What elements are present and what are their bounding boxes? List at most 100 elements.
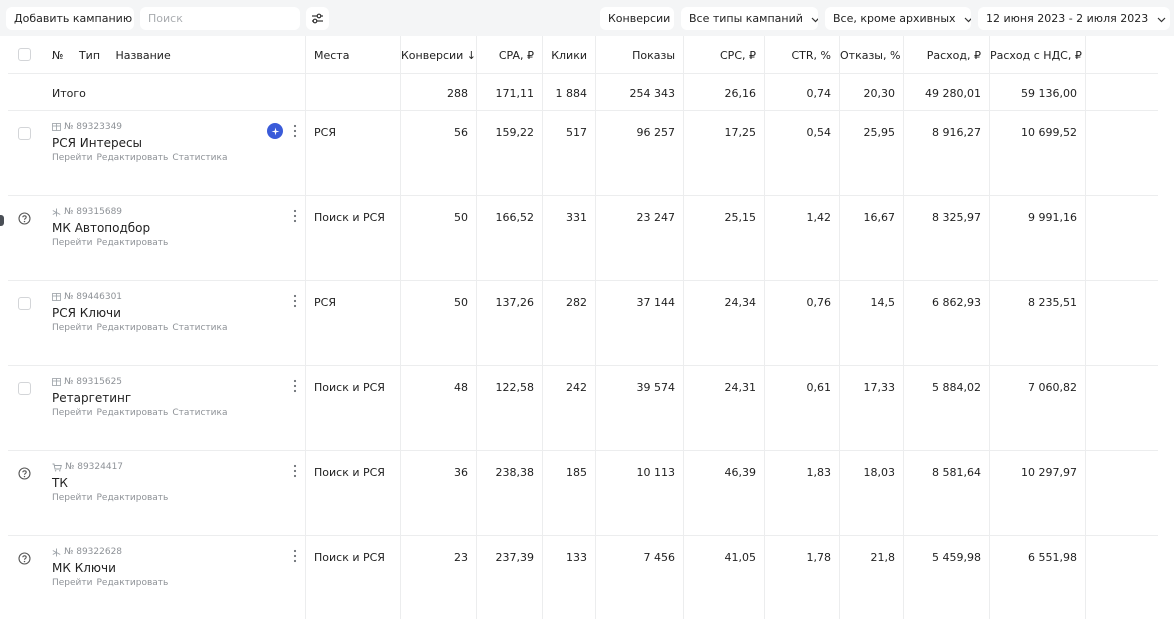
campaign-id: № 89322628 [52,547,172,557]
header-clicks[interactable]: Клики [543,36,596,73]
cell-cpc: 41,05 [684,536,765,619]
cell-places: Поиск и РСЯ [306,536,401,619]
link-stats[interactable]: Статистика [172,323,227,333]
search-input[interactable]: Поиск [140,7,300,30]
help-icon[interactable] [18,552,31,565]
row-checkbox[interactable] [18,127,31,140]
table-row[interactable]: № 89324417 ТК Перейти Редактировать Поиск… [8,451,1158,536]
totals-cost-vat: 59 136,00 [990,74,1086,110]
cell-places: РСЯ [306,111,401,195]
cell-empty [1086,451,1158,535]
campaign-types-label: Все типы кампаний [689,12,803,25]
cell-cpa: 237,39 [477,536,543,619]
campaign-info: № 89324417 ТК Перейти Редактировать [52,462,172,503]
cell-bounces: 16,67 [840,196,904,280]
header-bounces[interactable]: Отказы, % [840,36,904,73]
header-shows[interactable]: Показы [596,36,684,73]
link-edit[interactable]: Редактировать [97,493,169,503]
link-go[interactable]: Перейти [52,578,93,588]
cell-cost: 8 325,97 [904,196,990,280]
table-row[interactable]: № 89315689 МК Автоподбор Перейти Редактир… [8,196,1158,281]
more-icon[interactable] [293,379,297,393]
header-conversions[interactable]: Конверсии ↓ [401,36,477,73]
row-select-cell [8,281,44,365]
link-edit[interactable]: Редактировать [97,578,169,588]
network-grid-icon [52,123,61,131]
more-icon[interactable] [293,294,297,308]
header-num[interactable]: № [52,49,63,62]
table-row[interactable]: № 89446301 РСЯ Ключи Перейти Редактироват… [8,281,1158,366]
campaign-info: № 89315625 Ретаргетинг Перейти Редактиров… [52,377,231,418]
cell-ctr: 0,61 [765,366,840,450]
link-edit[interactable]: Редактировать [97,408,169,418]
link-go[interactable]: Перейти [52,323,93,333]
campaigns-table: № Тип Название Места Конверсии ↓ CPA, ₽ … [8,36,1158,619]
campaign-types-select[interactable]: Все типы кампаний [681,7,818,30]
conversions-button[interactable]: Конверсии [600,7,674,30]
cell-cost-vat: 10 297,97 [990,451,1086,535]
cell-clicks: 517 [543,111,596,195]
add-campaign-button[interactable]: Добавить кампанию [6,7,134,30]
link-stats[interactable]: Статистика [172,153,227,163]
campaign-id: № 89446301 [52,292,231,302]
link-go[interactable]: Перейти [52,153,93,163]
link-go[interactable]: Перейти [52,408,93,418]
link-go[interactable]: Перейти [52,238,93,248]
header-type[interactable]: Тип [79,49,100,62]
campaign-name-cell: № 89315689 МК Автоподбор Перейти Редактир… [44,196,306,280]
filter-settings-button[interactable] [306,7,329,30]
link-edit[interactable]: Редактировать [97,323,169,333]
select-all-checkbox[interactable] [18,48,31,61]
sliders-icon [312,13,323,24]
header-ctr[interactable]: CTR, % [765,36,840,73]
cell-bounces: 21,8 [840,536,904,619]
campaign-title[interactable]: МК Автоподбор [52,221,172,235]
select-all-cell [8,36,44,73]
campaign-title[interactable]: РСЯ Интересы [52,136,231,150]
more-icon[interactable] [293,549,297,563]
cell-conversions: 56 [401,111,477,195]
date-range-label: 12 июня 2023 - 2 июля 2023 [986,12,1149,25]
cell-clicks: 133 [543,536,596,619]
table-row[interactable]: № 89323349 РСЯ Интересы Перейти Редактиро… [8,111,1158,196]
header-cost-vat[interactable]: Расход с НДС, ₽ [990,36,1086,73]
cell-bounces: 14,5 [840,281,904,365]
cell-cost: 8 581,64 [904,451,990,535]
header-cpc[interactable]: CPC, ₽ [684,36,765,73]
totals-bounces: 20,30 [840,74,904,110]
date-range-select[interactable]: 12 июня 2023 - 2 июля 2023 [978,7,1170,30]
row-checkbox[interactable] [18,382,31,395]
cell-cost: 5 884,02 [904,366,990,450]
link-go[interactable]: Перейти [52,493,93,503]
header-places[interactable]: Места [306,36,401,73]
campaign-title[interactable]: Ретаргетинг [52,391,231,405]
more-icon[interactable] [293,209,297,223]
help-icon[interactable] [18,212,31,225]
table-row[interactable]: № 89322628 МК Ключи Перейти Редактировать… [8,536,1158,619]
row-checkbox[interactable] [18,297,31,310]
more-icon[interactable] [293,464,297,478]
campaign-title[interactable]: ТК [52,476,172,490]
campaign-title[interactable]: РСЯ Ключи [52,306,231,320]
campaign-info: № 89315689 МК Автоподбор Перейти Редактир… [52,207,172,248]
link-edit[interactable]: Редактировать [97,153,169,163]
link-stats[interactable]: Статистика [172,408,227,418]
header-cpa[interactable]: CPA, ₽ [477,36,543,73]
cell-ctr: 0,54 [765,111,840,195]
totals-places [306,74,401,110]
campaign-title[interactable]: МК Ключи [52,561,172,575]
more-icon[interactable] [293,124,297,138]
cell-clicks: 185 [543,451,596,535]
campaign-name-cell: № 89315625 Ретаргетинг Перейти Редактиров… [44,366,306,450]
campaign-name-cell: № 89322628 МК Ключи Перейти Редактировать [44,536,306,619]
campaign-badge[interactable] [267,123,283,139]
header-cost[interactable]: Расход, ₽ [904,36,990,73]
header-name[interactable]: Название [116,49,171,62]
cart-icon [52,463,62,471]
link-edit[interactable]: Редактировать [97,238,169,248]
cell-shows: 96 257 [596,111,684,195]
table-row[interactable]: № 89315625 Ретаргетинг Перейти Редактиров… [8,366,1158,451]
status-filter-select[interactable]: Все, кроме архивных [825,7,971,30]
chevron-down-icon [811,17,818,22]
help-icon[interactable] [18,467,31,480]
